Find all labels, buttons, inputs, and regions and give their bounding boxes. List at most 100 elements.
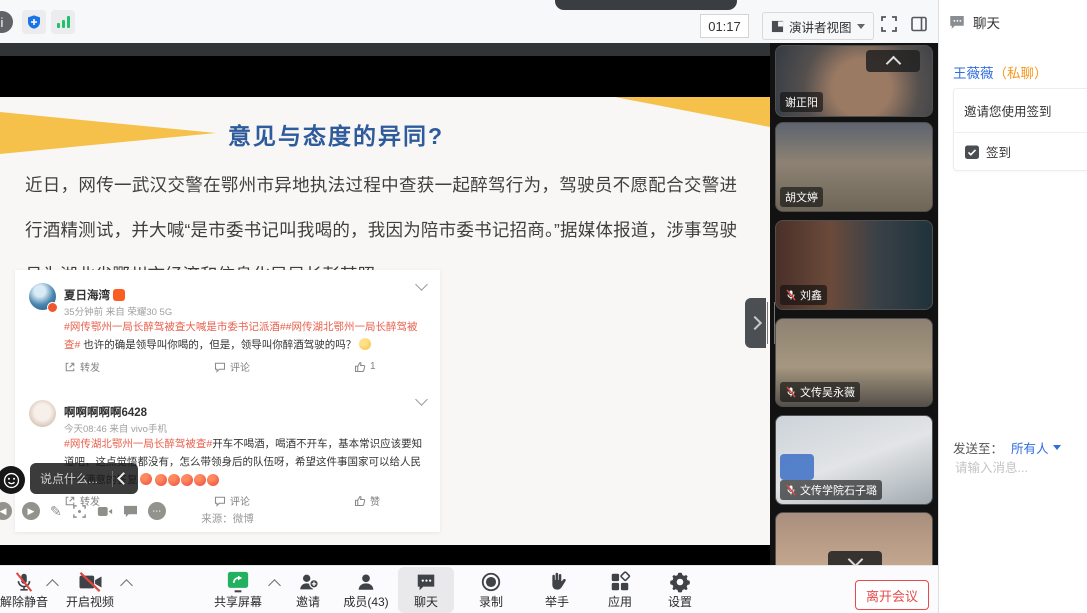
screenshot-frame-icon[interactable]: [72, 504, 87, 519]
start-video-button[interactable]: 开启视频: [62, 567, 118, 613]
members-button[interactable]: 成员(43): [336, 567, 396, 613]
comment-button[interactable]: 评论: [214, 359, 354, 374]
danmaku-input-bar[interactable]: 说点什么...: [30, 463, 138, 494]
message-icon[interactable]: [123, 505, 138, 518]
raised-hand-icon: [546, 571, 568, 593]
muted-mic-icon: [785, 289, 797, 301]
chat-sender-line: 王薇薇（私聊）: [953, 62, 1048, 82]
chat-bubble-icon: [414, 571, 438, 593]
apps-button[interactable]: 应用: [596, 567, 644, 613]
chat-button[interactable]: 聊天: [398, 567, 454, 613]
pencil-icon[interactable]: ✎: [50, 503, 62, 520]
share-options-chevron[interactable]: [268, 579, 281, 592]
video-options-chevron[interactable]: [120, 579, 133, 592]
danmaku-placeholder[interactable]: 说点什么...: [30, 470, 106, 487]
muted-mic-icon: [785, 386, 797, 398]
settings-button[interactable]: 设置: [656, 567, 704, 613]
more-button[interactable]: ⋯: [148, 502, 166, 520]
side-panel-icon[interactable]: [908, 13, 930, 35]
chevron-down-icon: [415, 393, 428, 406]
expand-strip-button[interactable]: [828, 551, 882, 565]
post-meta: 35分钟前 来自 荣耀30 5G: [64, 304, 172, 318]
back-button[interactable]: ◀: [0, 502, 12, 520]
raise-hand-button[interactable]: 举手: [532, 567, 582, 613]
collapse-left-icon[interactable]: [117, 472, 130, 485]
meeting-top-bar: i 01:17 演讲者视图: [0, 0, 938, 44]
collapse-strip-button[interactable]: [866, 50, 920, 72]
invite-button[interactable]: 邀请: [284, 567, 332, 613]
chat-bubble-icon: [948, 13, 966, 31]
layout-icon: [771, 20, 784, 33]
bottom-toolbar: 解除静音 开启视频 共享屏幕 邀请 成员(43) 聊天 录制 举手 应用 设置 …: [0, 565, 938, 613]
chat-message-input[interactable]: [953, 460, 1082, 476]
checkin-icon: [964, 144, 980, 160]
like-button[interactable]: 1: [354, 359, 376, 374]
muted-mic-icon: [12, 571, 36, 593]
muted-mic-icon: [785, 484, 797, 496]
forward-button[interactable]: 转发: [64, 359, 214, 374]
play-button[interactable]: ▶: [22, 502, 40, 520]
participant-name: 胡文婷: [780, 187, 823, 207]
share-screen-icon: [225, 571, 251, 593]
network-signal-icon[interactable]: [51, 10, 75, 34]
checkin-button[interactable]: 签到: [954, 133, 1087, 170]
participant-video[interactable]: 刘鑫: [775, 220, 933, 310]
collapsed-floating-bar[interactable]: [555, 0, 737, 10]
forward-icon: [64, 361, 76, 373]
participant-name: 文传吴永薇: [780, 382, 860, 402]
angry-emoji: [140, 473, 152, 485]
share-screen-button[interactable]: 共享屏幕: [210, 567, 266, 613]
participant-video[interactable]: 文传学院石子璐: [775, 415, 933, 505]
vip-badge-icon: [113, 289, 125, 301]
strip-collapse-handle[interactable]: [745, 298, 766, 348]
chat-title: 聊天: [973, 12, 1000, 32]
participant-name: 谢正阳: [780, 92, 823, 112]
chat-header: 聊天: [939, 0, 1087, 43]
verified-badge-icon: [47, 302, 58, 313]
unmute-button[interactable]: 解除静音: [0, 567, 48, 613]
comment-icon: [214, 361, 226, 373]
camera-off-icon: [77, 571, 104, 593]
chat-message-card: 邀请您使用签到 签到: [953, 88, 1087, 171]
post-meta: 今天08:46 来自 vivo手机: [64, 421, 167, 435]
chevron-right-icon: [747, 316, 761, 330]
chevron-up-icon: [885, 55, 901, 71]
chevron-down-icon: [1053, 445, 1061, 450]
sender-name[interactable]: 王薇薇: [953, 66, 994, 81]
security-shield-icon[interactable]: [22, 10, 46, 34]
chevron-down-icon: [847, 552, 863, 565]
annotation-toolbar: ◀ ▶ ✎ ⋯: [0, 502, 166, 520]
view-mode-button[interactable]: 演讲者视图: [762, 12, 874, 40]
participant-name: 刘鑫: [780, 285, 827, 305]
private-chat-tag: （私聊）: [994, 66, 1048, 81]
fullscreen-icon[interactable]: [878, 13, 900, 35]
view-mode-label: 演讲者视图: [789, 17, 852, 36]
participant-video[interactable]: [775, 512, 933, 565]
thumbs-up-icon: [354, 495, 366, 507]
presentation-slide: 意见与态度的异同? 近日，网传一武汉交警在鄂州市异地执法过程中查获一起醉驾行为，…: [0, 97, 770, 545]
participant-video[interactable]: 谢正阳: [775, 45, 933, 117]
comment-button[interactable]: 评论: [214, 493, 354, 508]
record-button[interactable]: 录制: [466, 567, 516, 613]
info-icon[interactable]: i: [0, 11, 13, 33]
angry-emoji-row: [155, 471, 220, 489]
leave-meeting-button[interactable]: 离开会议: [855, 580, 929, 610]
shared-window-titlebar: [0, 43, 770, 56]
like-button[interactable]: 赞: [354, 493, 380, 508]
post-username: 夏日海湾: [64, 287, 125, 303]
strip-drag-handle[interactable]: [767, 302, 775, 344]
chevron-down-icon: [857, 24, 865, 29]
hashtag-link: #网传湖北鄂州一局长醉驾被查#: [64, 438, 212, 450]
weibo-post: 夏日海湾 35分钟前 来自 荣耀30 5G #网传鄂州一局长醉驾被查大喊是市委书…: [15, 270, 440, 385]
camera-icon[interactable]: [97, 505, 113, 518]
gear-icon: [668, 571, 692, 593]
apps-grid-icon: [608, 571, 632, 593]
send-to-selector[interactable]: 所有人: [1011, 438, 1061, 457]
shared-screen-area: 意见与态度的异同? 近日，网传一武汉交警在鄂州市异地执法过程中查获一起醉驾行为，…: [0, 43, 770, 565]
comment-icon: [214, 495, 226, 507]
divider: [112, 471, 113, 487]
participant-video[interactable]: 文传吴永薇: [775, 318, 933, 407]
participant-video[interactable]: 胡文婷: [775, 122, 933, 212]
post-actions: 转发 评论 1: [64, 359, 404, 374]
mic-options-chevron[interactable]: [46, 579, 59, 592]
